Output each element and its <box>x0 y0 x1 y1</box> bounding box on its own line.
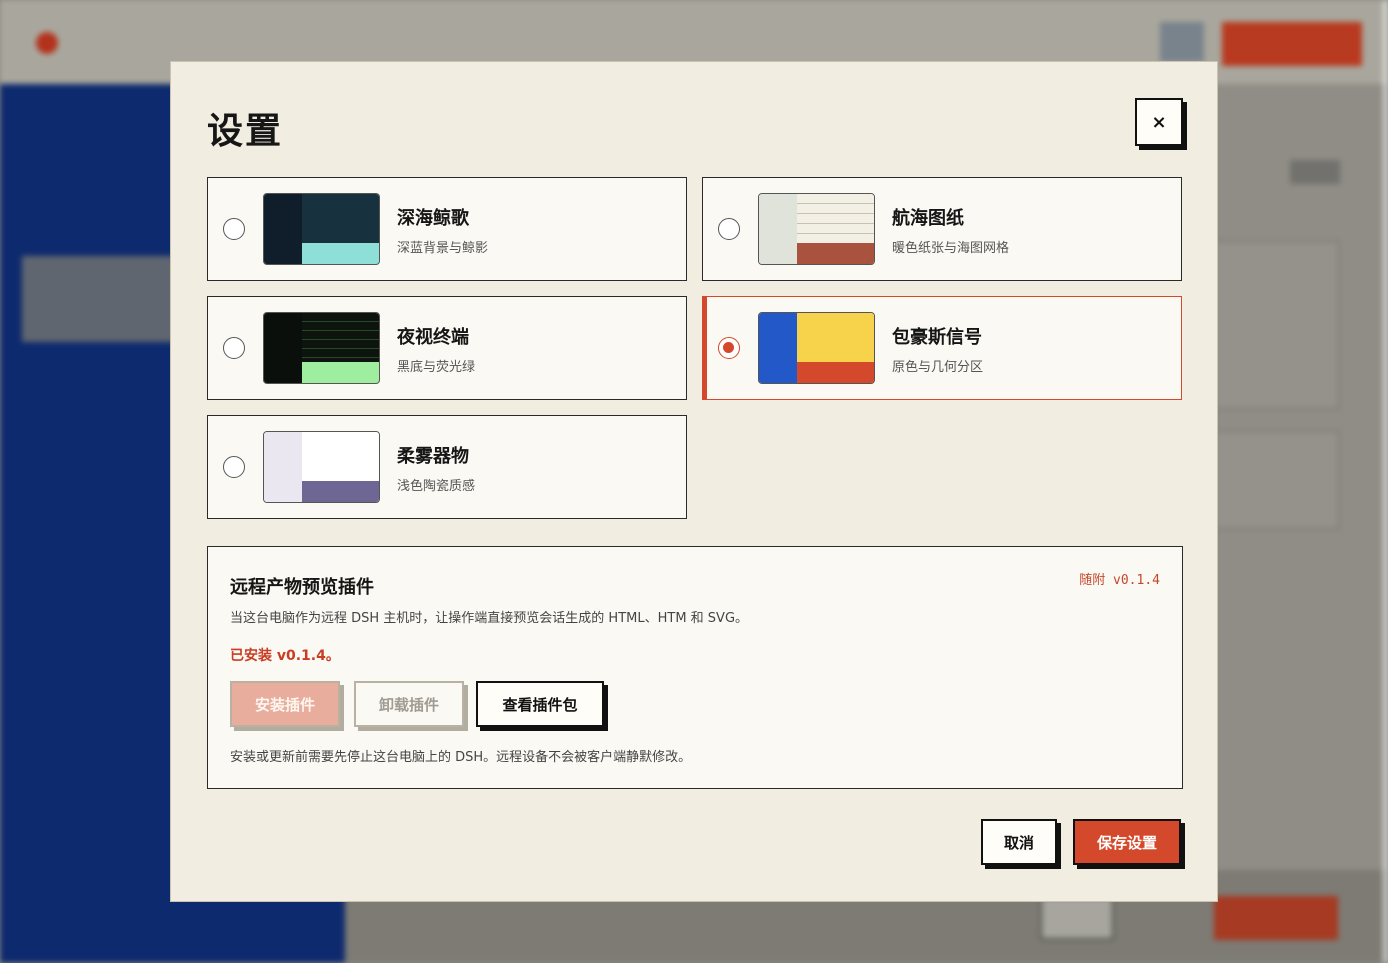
plugin-title: 远程产物预览插件 <box>230 577 374 598</box>
swatch-accent <box>302 481 379 502</box>
uninstall-plugin-button[interactable]: 卸载插件 <box>354 681 464 727</box>
theme-option-soft-mist[interactable]: 柔雾器物 浅色陶瓷质感 <box>207 415 687 519</box>
cancel-button[interactable]: 取消 <box>981 819 1057 865</box>
theme-description: 深蓝背景与鲸影 <box>397 241 489 256</box>
install-plugin-button[interactable]: 安装插件 <box>230 681 340 727</box>
theme-radio[interactable] <box>223 218 245 240</box>
theme-option-bauhaus-signal[interactable]: 包豪斯信号 原色与几何分区 <box>702 296 1182 400</box>
theme-preview-swatch <box>263 431 380 503</box>
theme-description: 原色与几何分区 <box>892 360 984 375</box>
swatch-side <box>264 432 302 502</box>
theme-preview-swatch <box>758 193 875 265</box>
swatch-accent <box>797 243 874 264</box>
bg-card <box>1210 240 1340 410</box>
theme-preview-swatch <box>263 312 380 384</box>
theme-radio[interactable] <box>718 218 740 240</box>
view-plugin-package-button[interactable]: 查看插件包 <box>476 681 604 727</box>
theme-option-nautical-chart[interactable]: 航海图纸 暖色纸张与海图网格 <box>702 177 1182 281</box>
theme-radio[interactable] <box>223 337 245 359</box>
theme-option-deep-sea[interactable]: 深海鲸歌 深蓝背景与鲸影 <box>207 177 687 281</box>
theme-radio-selected[interactable] <box>718 337 740 359</box>
plugin-description: 当这台电脑作为远程 DSH 主机时，让操作端直接预览会话生成的 HTML、HTM… <box>230 611 749 626</box>
swatch-accent <box>797 362 874 383</box>
bg-toolbar-button <box>1160 22 1204 62</box>
bg-logo-icon <box>36 32 58 54</box>
theme-name: 包豪斯信号 <box>892 327 982 348</box>
swatch-accent <box>302 362 379 383</box>
plugin-install-status: 已安装 v0.1.4。 <box>230 648 340 664</box>
theme-preview-swatch <box>758 312 875 384</box>
theme-description: 黑底与荧光绿 <box>397 360 476 375</box>
swatch-side <box>759 194 797 264</box>
bg-bottom-primary-button <box>1214 896 1338 940</box>
plugin-note: 安装或更新前需要先停止这台电脑上的 DSH。远程设备不会被客户端静默修改。 <box>230 750 692 765</box>
theme-name: 航海图纸 <box>892 208 964 229</box>
save-settings-button[interactable]: 保存设置 <box>1073 819 1181 865</box>
bg-card <box>1210 430 1340 530</box>
settings-dialog: 设置 × 深海鲸歌 深蓝背景与鲸影 航海图纸 暖色纸张与海图网格 夜视终端 黑底… <box>170 61 1218 902</box>
close-button[interactable]: × <box>1135 98 1183 146</box>
theme-name: 深海鲸歌 <box>397 208 469 229</box>
swatch-side <box>759 313 797 383</box>
plugin-version-badge: 随附 v0.1.4 <box>1079 573 1160 588</box>
swatch-side <box>264 194 302 264</box>
theme-description: 浅色陶瓷质感 <box>397 479 476 494</box>
dialog-title: 设置 <box>207 111 284 152</box>
bg-bottom-button <box>1040 896 1114 940</box>
bg-edge <box>1383 0 1388 963</box>
theme-name: 柔雾器物 <box>397 446 469 467</box>
theme-name: 夜视终端 <box>397 327 469 348</box>
swatch-accent <box>302 243 379 264</box>
theme-preview-swatch <box>263 193 380 265</box>
theme-radio[interactable] <box>223 456 245 478</box>
theme-option-night-terminal[interactable]: 夜视终端 黑底与荧光绿 <box>207 296 687 400</box>
bg-badge <box>1290 160 1340 184</box>
plugin-panel: 远程产物预览插件 随附 v0.1.4 当这台电脑作为远程 DSH 主机时，让操作… <box>207 546 1183 789</box>
swatch-side <box>264 313 302 383</box>
theme-description: 暖色纸张与海图网格 <box>892 241 1010 256</box>
bg-primary-button <box>1222 22 1362 66</box>
